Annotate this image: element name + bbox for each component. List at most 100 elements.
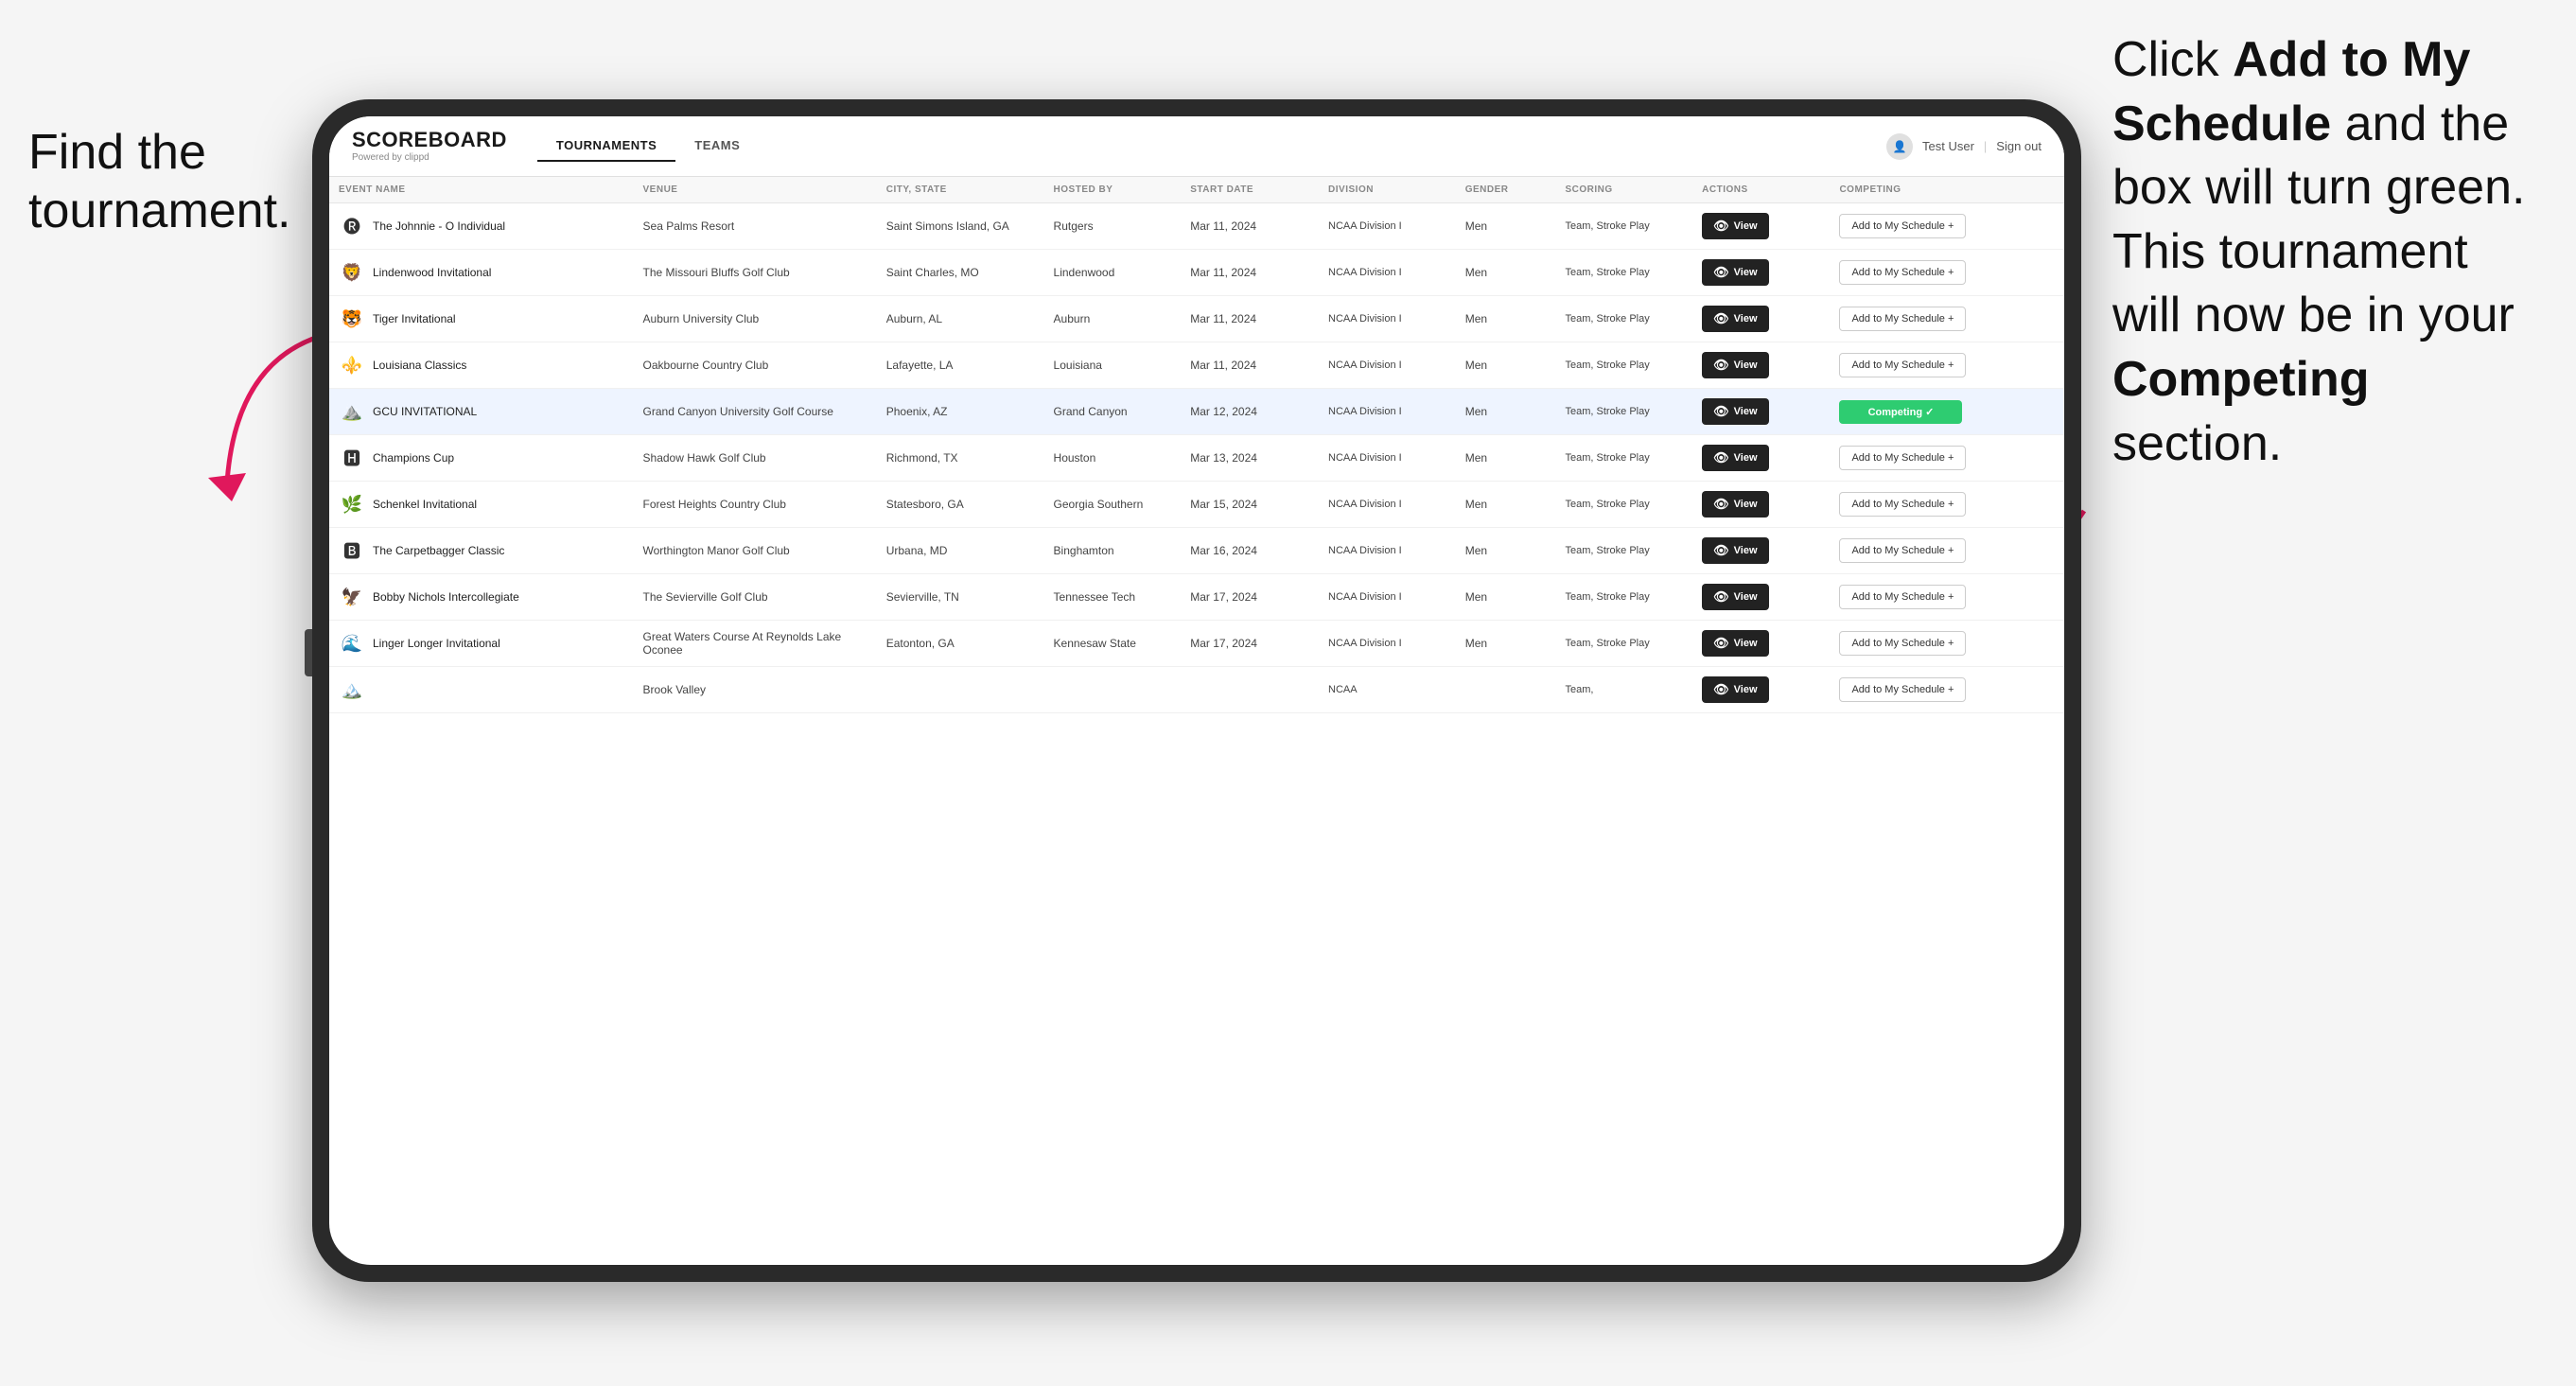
date-cell: Mar 15, 2024 (1181, 482, 1319, 528)
eye-icon: 👁 (1713, 636, 1729, 651)
annotation-right-text1: Click (2112, 32, 2233, 87)
view-button[interactable]: 👁 View (1702, 259, 1768, 286)
hosted-cell: Rutgers (1044, 203, 1182, 250)
add-label: Add to My Schedule + (1851, 684, 1954, 695)
eye-icon: 👁 (1713, 358, 1729, 373)
actions-cell: 👁 View (1692, 342, 1830, 389)
event-name-cell: 🦁 Lindenwood Invitational (339, 259, 624, 286)
venue-cell: Oakbourne Country Club (634, 342, 877, 389)
add-to-schedule-button[interactable]: Add to My Schedule + (1839, 585, 1966, 609)
view-button[interactable]: 👁 View (1702, 676, 1768, 703)
hosted-cell (1044, 667, 1182, 713)
actions-cell: 👁 View (1692, 296, 1830, 342)
actions-cell: 👁 View (1692, 667, 1830, 713)
add-label: Add to My Schedule + (1851, 267, 1954, 278)
date-cell: Mar 11, 2024 (1181, 250, 1319, 296)
venue-cell: Shadow Hawk Golf Club (634, 435, 877, 482)
competing-cell: Add to My Schedule + (1830, 621, 2064, 667)
eye-icon: 👁 (1713, 589, 1729, 605)
col-header-date: START DATE (1181, 177, 1319, 203)
date-cell: Mar 16, 2024 (1181, 528, 1319, 574)
event-name-cell: 🐯 Tiger Invitational (339, 306, 624, 332)
city-cell: Saint Charles, MO (877, 250, 1044, 296)
city-cell: Urbana, MD (877, 528, 1044, 574)
hosted-cell: Georgia Southern (1044, 482, 1182, 528)
col-header-actions: ACTIONS (1692, 177, 1830, 203)
date-cell: Mar 12, 2024 (1181, 389, 1319, 435)
date-cell: Mar 17, 2024 (1181, 621, 1319, 667)
view-button[interactable]: 👁 View (1702, 445, 1768, 471)
view-button[interactable]: 👁 View (1702, 584, 1768, 610)
team-logo: 🅷 (339, 445, 365, 471)
table-row: ⛰️ GCU INVITATIONAL Grand Canyon Univers… (329, 389, 2064, 435)
tab-teams[interactable]: TEAMS (675, 131, 759, 162)
col-header-division: DIVISION (1319, 177, 1456, 203)
venue-cell: Great Waters Course At Reynolds Lake Oco… (634, 621, 877, 667)
view-label: View (1734, 638, 1758, 649)
add-to-schedule-button[interactable]: Add to My Schedule + (1839, 353, 1966, 377)
view-button[interactable]: 👁 View (1702, 491, 1768, 518)
competing-label: Competing ✓ (1868, 406, 1935, 418)
gender-cell: Men (1456, 435, 1556, 482)
team-logo: 🦅 (339, 584, 365, 610)
date-cell: Mar 13, 2024 (1181, 435, 1319, 482)
view-label: View (1734, 267, 1758, 278)
col-header-competing: COMPETING (1830, 177, 2064, 203)
add-to-schedule-button[interactable]: Add to My Schedule + (1839, 214, 1966, 238)
add-to-schedule-button[interactable]: Add to My Schedule + (1839, 538, 1966, 563)
sign-out-link[interactable]: Sign out (1996, 139, 2042, 153)
gender-cell (1456, 667, 1556, 713)
add-to-schedule-button[interactable]: Add to My Schedule + (1839, 631, 1966, 656)
event-name-text: GCU INVITATIONAL (373, 405, 477, 418)
gender-cell: Men (1456, 482, 1556, 528)
actions-cell: 👁 View (1692, 621, 1830, 667)
eye-icon: 👁 (1713, 404, 1729, 419)
event-name-cell: 🌊 Linger Longer Invitational (339, 630, 624, 657)
view-button[interactable]: 👁 View (1702, 306, 1768, 332)
venue-cell: Brook Valley (634, 667, 877, 713)
division-cell: NCAA Division I (1319, 435, 1456, 482)
hosted-cell: Kennesaw State (1044, 621, 1182, 667)
add-to-schedule-button[interactable]: Add to My Schedule + (1839, 492, 1966, 517)
competing-cell: Add to My Schedule + (1830, 296, 2064, 342)
col-header-venue: VENUE (634, 177, 877, 203)
view-label: View (1734, 499, 1758, 510)
annotation-bold2: Competing (2112, 352, 2370, 407)
venue-cell: Worthington Manor Golf Club (634, 528, 877, 574)
view-button[interactable]: 👁 View (1702, 630, 1768, 657)
app-header: SCOREBOARD Powered by clippd TOURNAMENTS… (329, 116, 2064, 177)
view-label: View (1734, 360, 1758, 371)
tab-tournaments[interactable]: TOURNAMENTS (537, 131, 675, 162)
annotation-right-text3: section. (2112, 416, 2282, 471)
table-body: 🅡 The Johnnie - O Individual Sea Palms R… (329, 203, 2064, 713)
view-button[interactable]: 👁 View (1702, 398, 1768, 425)
competing-button[interactable]: Competing ✓ (1839, 400, 1962, 424)
add-to-schedule-button[interactable]: Add to My Schedule + (1839, 307, 1966, 331)
app-powered-by: Powered by clippd (352, 152, 507, 163)
date-cell: Mar 11, 2024 (1181, 203, 1319, 250)
add-to-schedule-button[interactable]: Add to My Schedule + (1839, 677, 1966, 702)
gender-cell: Men (1456, 203, 1556, 250)
add-label: Add to My Schedule + (1851, 452, 1954, 464)
hosted-cell: Auburn (1044, 296, 1182, 342)
table-header-row: EVENT NAME VENUE CITY, STATE HOSTED BY S… (329, 177, 2064, 203)
event-name-text: Lindenwood Invitational (373, 266, 491, 279)
date-cell (1181, 667, 1319, 713)
add-to-schedule-button[interactable]: Add to My Schedule + (1839, 260, 1966, 285)
venue-cell: The Sevierville Golf Club (634, 574, 877, 621)
view-button[interactable]: 👁 View (1702, 537, 1768, 564)
view-button[interactable]: 👁 View (1702, 352, 1768, 378)
table-row: 🌊 Linger Longer Invitational Great Water… (329, 621, 2064, 667)
add-to-schedule-button[interactable]: Add to My Schedule + (1839, 446, 1966, 470)
gender-cell: Men (1456, 574, 1556, 621)
gender-cell: Men (1456, 296, 1556, 342)
add-label: Add to My Schedule + (1851, 638, 1954, 649)
city-cell: Saint Simons Island, GA (877, 203, 1044, 250)
view-button[interactable]: 👁 View (1702, 213, 1768, 239)
date-cell: Mar 17, 2024 (1181, 574, 1319, 621)
table-row: 🦁 Lindenwood Invitational The Missouri B… (329, 250, 2064, 296)
actions-cell: 👁 View (1692, 435, 1830, 482)
eye-icon: 👁 (1713, 497, 1729, 512)
city-cell: Eatonton, GA (877, 621, 1044, 667)
actions-cell: 👁 View (1692, 250, 1830, 296)
